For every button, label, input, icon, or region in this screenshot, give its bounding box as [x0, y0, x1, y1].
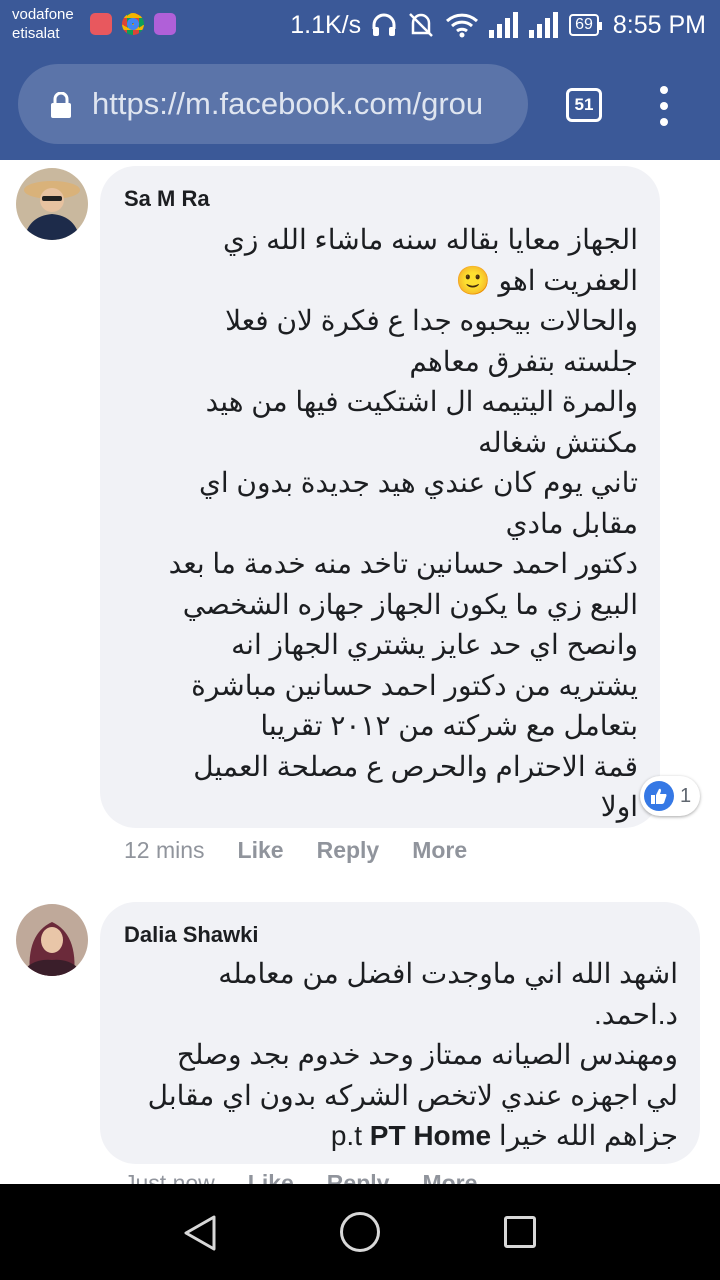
status-indicators: 1.1K/s 69 8:55 PM	[290, 8, 706, 42]
reply-button[interactable]: Reply	[327, 1170, 390, 1184]
menu-dot	[660, 118, 668, 126]
mail-app-icon	[90, 13, 112, 35]
url-bar[interactable]: https://m.facebook.com/grou	[18, 64, 528, 144]
status-bar: vodafone etisalat 1.1K/s 69 8:55 PM	[0, 0, 720, 50]
wifi-icon	[445, 10, 479, 40]
comment-author[interactable]: Sa M Ra	[124, 186, 210, 212]
overflow-menu-button[interactable]	[656, 86, 672, 126]
back-icon[interactable]	[182, 1214, 218, 1257]
signal-icon	[529, 10, 559, 40]
lock-icon	[50, 91, 72, 123]
more-button[interactable]: More	[422, 1170, 477, 1184]
reaction-count: 1	[680, 784, 692, 807]
mention-abbrev: p.t	[330, 1120, 362, 1151]
url-text[interactable]: https://m.facebook.com/grou	[92, 86, 512, 122]
browser-toolbar: https://m.facebook.com/grou 51	[0, 50, 720, 160]
battery-icon: 69	[569, 14, 602, 36]
carrier-name-2: etisalat	[12, 25, 60, 42]
comment-actions: Just now Like Reply More	[124, 1170, 510, 1184]
comment-text: اشهد الله اني ماوجدت افضل من معامله د.اح…	[147, 958, 678, 1111]
menu-dot	[660, 102, 668, 110]
comment-author[interactable]: Dalia Shawki	[124, 922, 259, 948]
comment-time: 12 mins	[124, 837, 205, 863]
mute-icon	[407, 10, 435, 40]
more-button[interactable]: More	[412, 837, 467, 864]
like-button[interactable]: Like	[238, 837, 284, 864]
carrier-name-1: vodafone	[12, 6, 74, 23]
avatar[interactable]	[16, 168, 88, 240]
comment-actions: 12 mins Like Reply More	[124, 837, 500, 864]
network-speed: 1.1K/s	[290, 10, 362, 39]
like-button[interactable]: Like	[248, 1170, 294, 1184]
comment-text-end: جزاهم الله خيرا	[498, 1120, 678, 1151]
system-nav-bar	[0, 1184, 720, 1280]
comment-last-line: جزاهم الله خيرا PT Home p.t	[108, 1116, 678, 1157]
reply-button[interactable]: Reply	[317, 837, 380, 864]
recents-icon[interactable]	[504, 1216, 536, 1248]
home-icon[interactable]	[340, 1212, 380, 1252]
headphones-icon	[371, 10, 397, 40]
comments-list: Sa M Ra الجهاز معايا بقاله سنه ماشاء الل…	[0, 160, 720, 1184]
page-mention-link[interactable]: PT Home	[370, 1120, 491, 1151]
chrome-app-icon	[122, 13, 144, 35]
notification-icons	[90, 13, 176, 35]
signal-icon	[489, 10, 519, 40]
reaction-count-badge[interactable]: 1	[640, 776, 700, 816]
comment-time: Just now	[124, 1170, 215, 1184]
carrier-info: vodafone etisalat	[12, 5, 74, 43]
avatar[interactable]	[16, 904, 88, 976]
like-reaction-icon	[644, 781, 674, 811]
clock: 8:55 PM	[612, 10, 706, 39]
comment-text: الجهاز معايا بقاله سنه ماشاء الله زي الع…	[168, 224, 638, 822]
gallery-app-icon	[154, 13, 176, 35]
menu-dot	[660, 86, 668, 94]
comment-bubble: Sa M Ra الجهاز معايا بقاله سنه ماشاء الل…	[100, 166, 660, 828]
tab-switcher-button[interactable]: 51	[566, 88, 602, 122]
comment-bubble: Dalia Shawki اشهد الله اني ماوجدت افضل م…	[100, 902, 700, 1164]
